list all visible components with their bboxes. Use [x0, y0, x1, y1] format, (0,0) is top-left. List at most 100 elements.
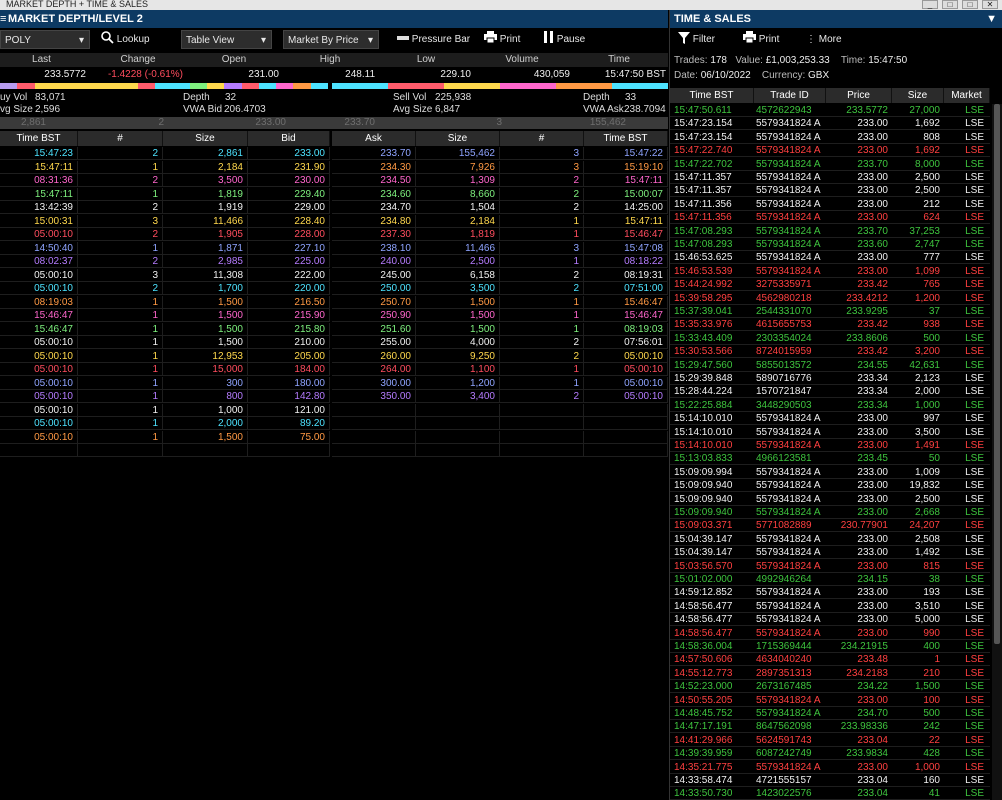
- depth-row: 13:42:39 2 1,919 229.00 234.70 1,504 2 14:25:00: [0, 201, 668, 214]
- view-value: Table View: [186, 35, 235, 46]
- ts-row[interactable]: 14:59:12.852 5579341824 A 233.00 193 LSE: [670, 586, 990, 600]
- ts-row[interactable]: 15:44:24.992 3275335971 233.42 765 LSE: [670, 278, 990, 292]
- ts-row[interactable]: 15:39:58.295 4562980218 233.4212 1,200 LSE: [670, 292, 990, 305]
- bid-n-cell: 1: [78, 322, 163, 336]
- ts-row[interactable]: 15:47:11.356 5579341824 A 233.00 624 LSE: [670, 211, 990, 225]
- lookup-button[interactable]: Lookup: [101, 30, 150, 50]
- restore-button[interactable]: □: [942, 0, 958, 9]
- ts-row[interactable]: 15:01:02.000 4992946264 234.15 38 LSE: [670, 573, 990, 586]
- ts-time-cell: 15:47:11.356: [670, 211, 754, 225]
- ts-row[interactable]: 15:46:53.625 5579341824 A 233.00 777 LSE: [670, 251, 990, 265]
- ts-trade-id-cell: 5579341824 A: [754, 184, 826, 198]
- ts-row[interactable]: 14:48:45.752 5579341824 A 234.70 500 LSE: [670, 707, 990, 720]
- more-button[interactable]: ⋮ More: [806, 30, 842, 50]
- ts-trade-id-cell: 5579341824 A: [754, 546, 826, 560]
- ts-row[interactable]: 15:03:56.570 5579341824 A 233.00 815 LSE: [670, 560, 990, 573]
- col-ask-size[interactable]: Size: [416, 131, 500, 146]
- ts-row[interactable]: 15:14:10.010 5579341824 A 233.00 3,500 LSE: [670, 426, 990, 439]
- ts-row[interactable]: 14:47:17.191 8647562098 233.98336 242 LSE: [670, 720, 990, 734]
- print-button[interactable]: Print: [484, 30, 520, 50]
- ts-row[interactable]: 14:55:12.773 2897351313 234.2183 210 LSE: [670, 667, 990, 680]
- ts-row[interactable]: 15:09:09.940 5579341824 A 233.00 2,500 LSE: [670, 493, 990, 506]
- ts-row[interactable]: 15:46:53.539 5579341824 A 233.00 1,099 LSE: [670, 265, 990, 278]
- close-button[interactable]: ✕: [982, 0, 998, 9]
- ts-row[interactable]: 14:58:36.004 1715369444 234.21915 400 LSE: [670, 640, 990, 653]
- ts-row[interactable]: 14:41:29.966 5624591743 233.04 22 LSE: [670, 734, 990, 747]
- ts-row[interactable]: 15:47:08.293 5579341824 A 233.60 2,747 LSE: [670, 238, 990, 251]
- pause-button[interactable]: Pause: [543, 30, 585, 50]
- ts-size-cell: 1,692: [892, 144, 944, 158]
- collapse-chevron-icon[interactable]: ▼: [986, 10, 997, 28]
- ts-row[interactable]: 15:14:10.010 5579341824 A 233.00 1,491 LSE: [670, 439, 990, 452]
- col-bid-price[interactable]: Bid: [248, 131, 330, 146]
- pressure-segment: [388, 83, 445, 89]
- ts-row[interactable]: 15:14:10.010 5579341824 A 233.00 997 LSE: [670, 412, 990, 426]
- ts-row[interactable]: 15:35:33.976 4615655753 233.42 938 LSE: [670, 318, 990, 332]
- col-bid-count[interactable]: #: [78, 131, 163, 146]
- ts-print-button[interactable]: Print: [743, 30, 779, 50]
- ts-row[interactable]: 15:47:11.357 5579341824 A 233.00 2,500 LSE: [670, 184, 990, 198]
- ts-row[interactable]: 14:39:39.959 6087242749 233.9834 428 LSE: [670, 747, 990, 761]
- ts-market-cell: LSE: [944, 586, 990, 600]
- ts-row[interactable]: 14:58:56.477 5579341824 A 233.00 990 LSE: [670, 627, 990, 640]
- ts-row[interactable]: 15:47:11.357 5579341824 A 233.00 2,500 LSE: [670, 171, 990, 184]
- col-bid-size[interactable]: Size: [163, 131, 248, 146]
- ts-price-cell: 233.00: [826, 506, 892, 519]
- ts-row[interactable]: 15:09:09.940 5579341824 A 233.00 2,668 LSE: [670, 506, 990, 519]
- pressure-segment: [310, 83, 329, 89]
- ts-row[interactable]: 14:52:23.000 2673167485 234.22 1,500 LSE: [670, 680, 990, 694]
- ts-row[interactable]: 15:28:44.224 1570721847 233.34 2,000 LSE: [670, 385, 990, 399]
- ts-row[interactable]: 15:04:39.147 5579341824 A 233.00 2,508 LSE: [670, 533, 990, 546]
- ts-col-time[interactable]: Time BST: [670, 88, 754, 103]
- ts-col-trade-id[interactable]: Trade ID: [754, 88, 826, 103]
- ts-col-price[interactable]: Price: [826, 88, 892, 103]
- pressure-segment: [69, 83, 87, 89]
- ts-row[interactable]: 15:47:50.611 4572622943 233.5772 27,000 LSE: [670, 104, 990, 117]
- ts-row[interactable]: 15:29:47.560 5855013572 234.55 42,631 LSE: [670, 359, 990, 372]
- ts-col-market[interactable]: Market: [944, 88, 990, 103]
- ts-row[interactable]: 15:47:22.702 5579341824 A 233.70 8,000 LSE: [670, 158, 990, 171]
- ts-row[interactable]: 15:29:39.848 5890716776 233.34 2,123 LSE: [670, 372, 990, 385]
- ts-price-cell: 233.60: [826, 238, 892, 251]
- ts-row[interactable]: 15:04:39.147 5579341824 A 233.00 1,492 LSE: [670, 546, 990, 560]
- chevron-down-icon: ▾: [78, 35, 84, 46]
- col-ask-price[interactable]: Ask: [332, 131, 416, 146]
- ts-row[interactable]: 14:50:55.205 5579341824 A 233.00 100 LSE: [670, 694, 990, 707]
- ts-row[interactable]: 14:33:58.474 4721555157 233.04 160 LSE: [670, 774, 990, 787]
- ts-row[interactable]: 15:47:11.356 5579341824 A 233.00 212 LSE: [670, 198, 990, 211]
- ts-row[interactable]: 15:47:22.740 5579341824 A 233.00 1,692 LSE: [670, 144, 990, 158]
- ts-scrollbar[interactable]: [992, 104, 1002, 800]
- pressure-bar-button[interactable]: Pressure Bar: [397, 30, 470, 50]
- ts-row[interactable]: 14:58:56.477 5579341824 A 233.00 5,000 LSE: [670, 613, 990, 627]
- col-ask-time[interactable]: Time BST: [584, 131, 668, 146]
- mode-select[interactable]: Market By Price ▾: [283, 30, 379, 49]
- ts-row[interactable]: 15:47:23.154 5579341824 A 233.00 1,692 LSE: [670, 117, 990, 131]
- ts-row[interactable]: 15:47:08.293 5579341824 A 233.70 37,253 LSE: [670, 225, 990, 238]
- ts-row[interactable]: 14:33:50.730 1423022576 233.04 41 LSE: [670, 787, 990, 800]
- ts-col-size[interactable]: Size: [892, 88, 944, 103]
- ts-scrollbar-thumb[interactable]: [994, 104, 1000, 644]
- ts-row[interactable]: 14:58:56.477 5579341824 A 233.00 3,510 LSE: [670, 600, 990, 613]
- col-ask-count[interactable]: #: [500, 131, 584, 146]
- filter-button[interactable]: Filter: [678, 30, 715, 50]
- pressure-segment: [86, 83, 105, 89]
- ts-row[interactable]: 14:35:21.775 5579341824 A 233.00 1,000 LSE: [670, 761, 990, 774]
- ts-market-cell: LSE: [944, 787, 990, 800]
- ts-row[interactable]: 15:47:23.154 5579341824 A 233.00 808 LSE: [670, 131, 990, 144]
- maximize-button[interactable]: □: [962, 0, 978, 9]
- ts-row[interactable]: 15:30:53.566 8724015959 233.42 3,200 LSE: [670, 345, 990, 359]
- ts-row[interactable]: 15:09:09.994 5579341824 A 233.00 1,009 LSE: [670, 466, 990, 479]
- ts-row[interactable]: 15:09:03.371 5771082889 230.77901 24,207 LSE: [670, 519, 990, 533]
- ts-row[interactable]: 15:33:43.409 2303354024 233.8606 500 LSE: [670, 332, 990, 345]
- ts-row[interactable]: 15:13:03.833 4966123581 233.45 50 LSE: [670, 452, 990, 466]
- ts-trade-id-cell: 5579341824 A: [754, 560, 826, 573]
- ts-row[interactable]: 15:09:09.940 5579341824 A 233.00 19,832 LSE: [670, 479, 990, 493]
- ts-row[interactable]: 15:37:39.041 2544331070 233.9295 37 LSE: [670, 305, 990, 318]
- ts-time-cell: 15:09:03.371: [670, 519, 754, 533]
- ts-row[interactable]: 15:22:25.884 3448290503 233.34 1,000 LSE: [670, 399, 990, 412]
- col-bid-time[interactable]: Time BST: [0, 131, 78, 146]
- ts-row[interactable]: 14:57:50.606 4634040240 233.48 1 LSE: [670, 653, 990, 667]
- symbol-select[interactable]: POLY ▾: [0, 30, 90, 49]
- minimize-button[interactable]: _: [922, 0, 938, 9]
- view-select[interactable]: Table View ▾: [181, 30, 272, 49]
